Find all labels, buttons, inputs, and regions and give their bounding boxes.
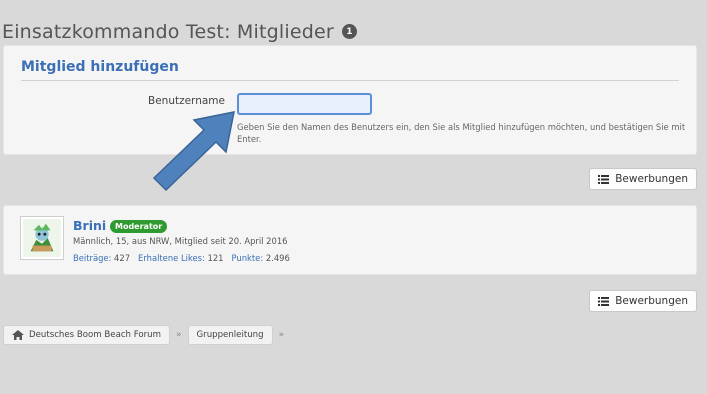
- breadcrumb-item-group-lead[interactable]: Gruppenleitung: [187, 325, 273, 345]
- member-count-badge: 1: [341, 24, 357, 40]
- add-member-panel: Mitglied hinzufügen Benutzername Geben S…: [3, 45, 697, 155]
- stat-posts: Beiträge: 427: [73, 253, 130, 263]
- username-label: Benutzername: [148, 95, 225, 107]
- list-icon: [598, 296, 610, 306]
- add-member-heading: Mitglied hinzufügen: [21, 59, 179, 75]
- list-icon: [598, 174, 610, 184]
- stat-posts-label[interactable]: Beiträge:: [73, 253, 111, 263]
- applications-button-label: Bewerbungen: [615, 295, 688, 307]
- applications-button-bottom[interactable]: Bewerbungen: [589, 290, 697, 312]
- stat-posts-value: 427: [114, 253, 131, 263]
- applications-button-top[interactable]: Bewerbungen: [589, 168, 697, 190]
- member-name-link[interactable]: Brini: [73, 218, 106, 233]
- breadcrumb-label-group-lead: Gruppenleitung: [196, 330, 264, 340]
- avatar[interactable]: [20, 216, 64, 260]
- page-title: Einsatzkommando Test: Mitglieder 1: [2, 21, 357, 43]
- stat-likes-value: 121: [207, 253, 224, 263]
- breadcrumb-separator: »: [278, 330, 285, 340]
- member-info: Männlich, 15, aus NRW, Mitglied seit 20.…: [73, 236, 288, 246]
- username-hint: Geben Sie den Namen des Benutzers ein, d…: [237, 122, 686, 144]
- stat-points-value: 2.496: [265, 253, 290, 263]
- role-badge: Moderator: [110, 220, 168, 233]
- breadcrumb-label-forum: Deutsches Boom Beach Forum: [29, 330, 161, 340]
- page-title-text: Einsatzkommando Test: Mitglieder: [2, 20, 334, 43]
- stat-points-label[interactable]: Punkte:: [232, 253, 264, 263]
- stat-points: Punkte: 2.496: [232, 253, 290, 263]
- stat-likes-label[interactable]: Erhaltene Likes:: [138, 253, 205, 263]
- stat-likes: Erhaltene Likes: 121: [138, 253, 223, 263]
- breadcrumb-separator: »: [175, 330, 182, 340]
- member-card: Brini Moderator Männlich, 15, aus NRW, M…: [3, 205, 697, 275]
- applications-button-label: Bewerbungen: [615, 173, 688, 185]
- section-divider: [21, 80, 679, 81]
- breadcrumb-item-forum[interactable]: Deutsches Boom Beach Forum: [3, 325, 170, 345]
- member-stats: Beiträge: 427 Erhaltene Likes: 121 Punkt…: [73, 253, 290, 263]
- username-input[interactable]: [237, 93, 372, 115]
- home-icon: [12, 330, 24, 340]
- breadcrumb: Deutsches Boom Beach Forum » Gruppenleit…: [3, 325, 286, 345]
- avatar-image: [23, 219, 61, 257]
- annotation-arrow: [152, 111, 235, 192]
